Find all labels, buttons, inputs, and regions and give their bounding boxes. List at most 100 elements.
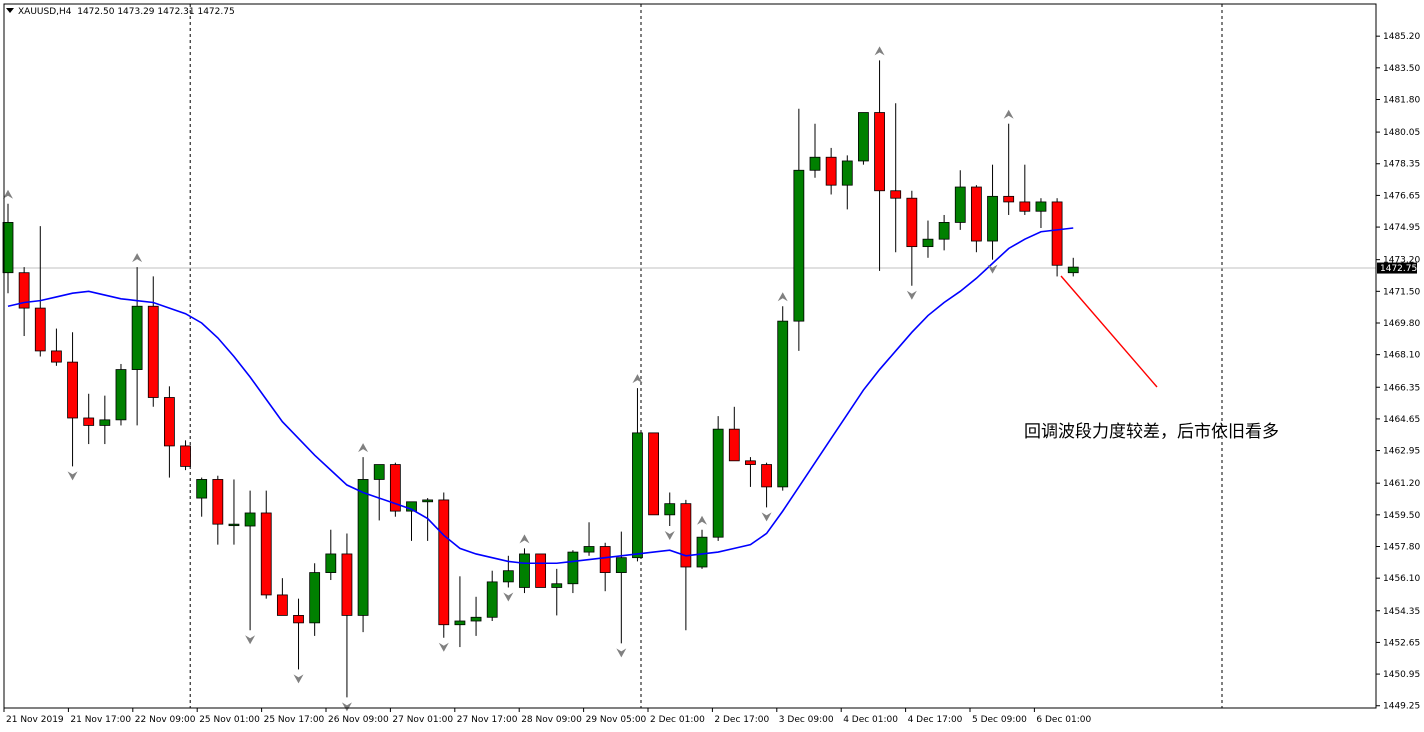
candle-body [502,570,514,583]
candle-body [696,536,708,568]
y-tick-label: 1449.25 [1383,702,1420,712]
x-tick-label: 21 Nov 2019 [6,715,64,725]
x-tick-label: 6 Dec 01:00 [1036,715,1091,725]
candle-body [954,186,966,223]
candle-body [987,195,998,242]
candle-body [745,460,756,465]
candle-body [357,479,369,616]
candle-body [777,320,789,488]
candle [648,432,659,516]
candle-body [567,551,579,585]
candle-body [163,397,175,447]
candle-body [34,307,46,352]
candle-body [422,499,434,503]
candle [858,112,869,165]
candle-body [486,581,498,618]
x-tick-label: 27 Nov 17:00 [457,715,518,725]
candle-body [260,512,272,596]
candle-body [890,190,902,199]
candle-body [664,503,676,516]
y-tick-label: 1476.65 [1383,191,1420,201]
candle-body [276,594,288,616]
candle-body [196,479,208,499]
candle-body [244,512,256,527]
x-tick-label: 25 Nov 01:00 [199,715,260,725]
chevron-down-icon[interactable] [6,8,14,13]
candle [1051,198,1063,277]
candle-body [712,428,724,538]
candle-body [1035,201,1047,212]
candle-body [309,572,321,624]
y-tick-label: 1462.95 [1383,447,1420,457]
candle-body [325,553,337,573]
chart-header: XAUUSD,H4 1472.50 1473.29 1472.31 1472.7… [6,7,235,17]
candle-body [67,361,78,419]
y-tick-label: 1466.35 [1383,383,1420,393]
candle [777,306,789,491]
symbol-label: XAUUSD,H4 [18,7,72,17]
candle-body [809,156,821,171]
y-tick-label: 1469.80 [1383,319,1420,329]
x-tick-label: 4 Dec 17:00 [908,715,963,725]
x-tick-label: 2 Dec 01:00 [650,715,705,725]
current-price-value: 1472.75 [1380,264,1417,274]
x-tick-label: 29 Nov 05:00 [586,715,647,725]
candle-body [906,197,918,248]
x-tick-label: 4 Dec 01:00 [843,715,898,725]
candle [357,457,369,633]
candle-body [825,156,837,186]
y-tick-label: 1452.65 [1383,638,1420,648]
y-tick-label: 1464.65 [1383,415,1420,425]
y-tick-label: 1454.35 [1383,607,1420,617]
y-tick-label: 1461.20 [1383,479,1420,489]
price-chart[interactable]: 1485.20 1483.50 1481.80 1480.05 1478.35 1476.… [0,0,1424,732]
y-tick-label: 1471.50 [1383,287,1420,297]
x-tick-label: 26 Nov 09:00 [328,715,389,725]
candle [519,548,530,594]
candle [712,416,724,541]
x-tick-label: 25 Nov 17:00 [264,715,325,725]
y-tick-label: 1480.05 [1383,128,1420,138]
candle-body [212,479,224,525]
x-tick-label: 5 Dec 09:00 [972,715,1027,725]
candle-body [841,160,853,186]
y-tick-label: 1478.35 [1383,160,1420,170]
y-tick-label: 1459.50 [1383,511,1420,521]
candle-body [874,112,885,192]
candle [115,363,127,426]
candle [438,492,450,638]
y-tick-label: 1456.10 [1383,574,1420,584]
candle-body [922,238,934,248]
x-tick-label: 3 Dec 09:00 [779,715,834,725]
x-tick-label: 27 Nov 01:00 [392,715,453,725]
candle-body [728,428,740,462]
x-tick-label: 22 Nov 09:00 [135,715,196,725]
y-tick-label: 1468.10 [1383,351,1420,361]
current-price-label: 1472.75 [1377,262,1417,274]
candle-body [938,222,950,240]
candle-body [971,186,982,242]
chart-background [0,0,1424,732]
y-tick-label: 1485.20 [1383,32,1420,42]
candle-body [551,583,563,588]
candle-body [99,419,111,426]
candle-body [519,553,530,588]
candle-body [51,350,62,363]
ohlc-values: 1472.50 1473.29 1472.31 1472.75 [77,7,235,17]
candle-body [599,546,611,573]
candle [535,553,547,588]
x-tick-label: 21 Nov 17:00 [70,715,131,725]
candle-body [180,445,191,467]
y-tick-label: 1483.50 [1383,64,1420,74]
candle-body [115,369,127,421]
x-tick-label: 2 Dec 17:00 [714,715,769,725]
x-tick-label: 28 Nov 09:00 [521,715,582,725]
y-tick-label: 1474.95 [1383,223,1420,233]
candle [389,462,401,517]
y-tick-label: 1450.95 [1383,670,1420,680]
y-tick-label: 1481.80 [1383,95,1420,105]
candle-body [680,503,692,568]
candle-body [793,169,805,322]
candle-body [535,553,547,588]
candle-body [147,305,159,398]
